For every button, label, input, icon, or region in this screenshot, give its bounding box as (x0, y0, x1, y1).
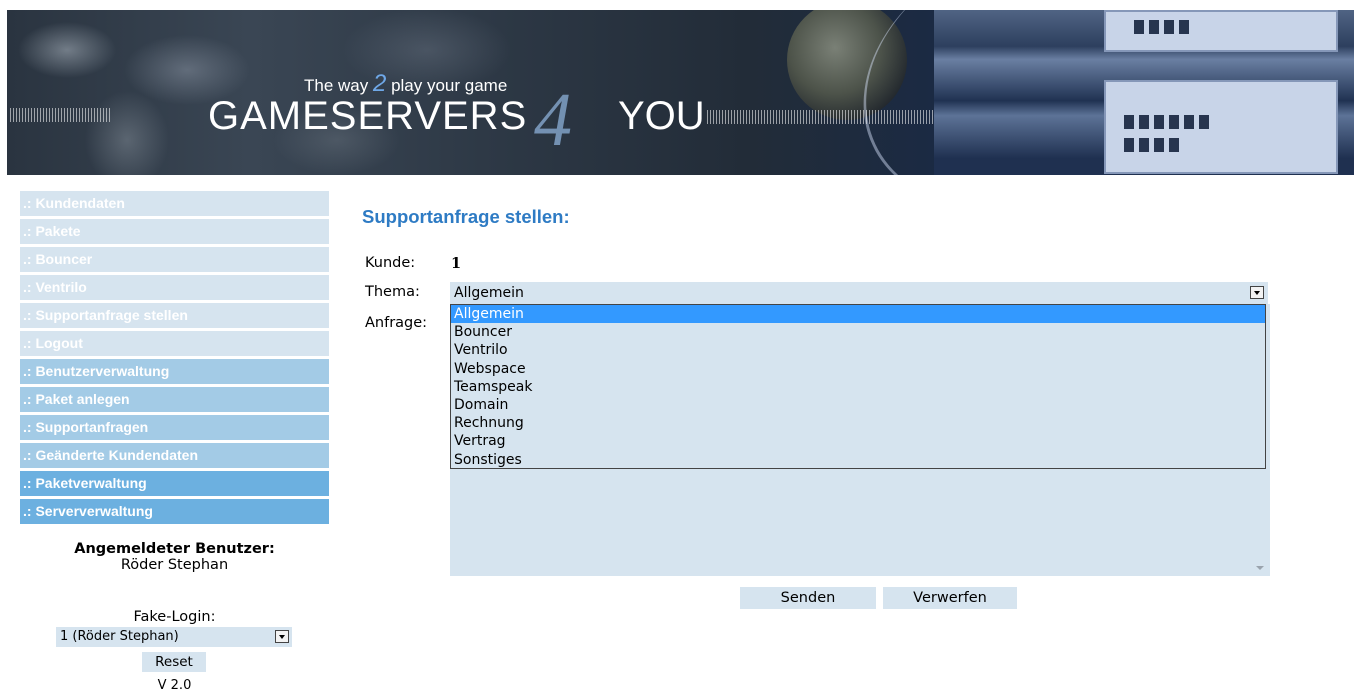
thema-option-ventrilo[interactable]: Ventrilo (451, 341, 1265, 359)
logged-in-user-heading: Angemeldeter Benutzer: (74, 541, 275, 557)
discard-button[interactable]: Verwerfen (883, 587, 1017, 609)
decorative-stripes (707, 110, 937, 124)
sidebar-item-serververwaltung[interactable]: .: Serververwaltung (20, 499, 329, 524)
drive-slot (1169, 115, 1179, 129)
drive-slot (1169, 138, 1179, 152)
tagline-number: 2 (372, 70, 387, 97)
thema-option-rechnung[interactable]: Rechnung (451, 414, 1265, 432)
kunde-value: 1 (451, 255, 462, 272)
kunde-label: Kunde: (365, 255, 416, 271)
sidebar-item-paket-anlegen[interactable]: .: Paket anlegen (20, 387, 329, 412)
anfrage-label: Anfrage: (365, 315, 428, 331)
thema-select[interactable]: Allgemein (450, 282, 1268, 304)
drive-slot (1164, 20, 1174, 34)
decorative-stripes (10, 108, 110, 122)
tagline-text: play your game (386, 76, 508, 95)
scroll-down-icon[interactable] (1256, 566, 1264, 570)
thema-option-vertrag[interactable]: Vertrag (451, 432, 1265, 450)
brand-name-suffix: YOU (618, 94, 705, 138)
logged-in-user: Angemeldeter Benutzer: Röder Stephan (20, 541, 329, 573)
server-rack-graphic (934, 10, 1354, 175)
thema-label: Thema: (365, 284, 420, 300)
drive-slot (1154, 138, 1164, 152)
sidebar-item-paketverwaltung[interactable]: .: Paketverwaltung (20, 471, 329, 496)
send-button[interactable]: Senden (740, 587, 876, 609)
thema-dropdown-list: Allgemein Bouncer Ventrilo Webspace Team… (450, 304, 1266, 469)
thema-option-sonstiges[interactable]: Sonstiges (451, 451, 1265, 469)
drive-slot (1139, 115, 1149, 129)
header-banner: The way 2 play your game GAMESERVERS 4 Y… (7, 10, 1354, 175)
sidebar-item-kundendaten[interactable]: .: Kundendaten (20, 191, 329, 216)
sidebar-item-pakete[interactable]: .: Pakete (20, 219, 329, 244)
fake-login-select[interactable]: 1 (Röder Stephan) (56, 627, 292, 647)
sidebar-item-logout[interactable]: .: Logout (20, 331, 329, 356)
thema-option-allgemein[interactable]: Allgemein (451, 305, 1265, 324)
thema-select-value: Allgemein (454, 285, 524, 301)
version-label: V 2.0 (157, 678, 192, 693)
sidebar-nav: .: Kundendaten .: Pakete .: Bouncer .: V… (20, 191, 329, 527)
drive-slot (1199, 115, 1209, 129)
drive-slot (1154, 115, 1164, 129)
page-title: Supportanfrage stellen: (362, 206, 570, 227)
drive-slot (1124, 115, 1134, 129)
drive-slot (1124, 138, 1134, 152)
sidebar-item-supportanfragen[interactable]: .: Supportanfragen (20, 415, 329, 440)
drive-slot (1139, 138, 1149, 152)
reset-button[interactable]: Reset (142, 652, 206, 672)
brand-number: 4 (534, 78, 572, 162)
thema-option-teamspeak[interactable]: Teamspeak (451, 378, 1265, 396)
tagline-text: The way (304, 76, 373, 95)
fake-login-value: 1 (Röder Stephan) (60, 629, 179, 644)
thema-option-webspace[interactable]: Webspace (451, 360, 1265, 378)
sidebar-item-benutzerverwaltung[interactable]: .: Benutzerverwaltung (20, 359, 329, 384)
logged-in-user-name: Röder Stephan (120, 557, 229, 573)
drive-slot (1184, 115, 1194, 129)
drive-slot (1134, 20, 1144, 34)
sidebar-item-geaenderte-kundendaten[interactable]: .: Geänderte Kundendaten (20, 443, 329, 468)
fake-login-label: Fake-Login: (133, 609, 216, 625)
drive-slot (1179, 20, 1189, 34)
brand-name: GAMESERVERS (208, 94, 528, 138)
thema-option-bouncer[interactable]: Bouncer (451, 323, 1265, 341)
chevron-down-icon[interactable] (275, 630, 289, 643)
thema-option-domain[interactable]: Domain (451, 396, 1265, 414)
sidebar-item-supportanfrage-stellen[interactable]: .: Supportanfrage stellen (20, 303, 329, 328)
sidebar-item-ventrilo[interactable]: .: Ventrilo (20, 275, 329, 300)
chevron-down-icon[interactable] (1250, 286, 1264, 299)
sidebar-item-bouncer[interactable]: .: Bouncer (20, 247, 329, 272)
drive-slot (1149, 20, 1159, 34)
